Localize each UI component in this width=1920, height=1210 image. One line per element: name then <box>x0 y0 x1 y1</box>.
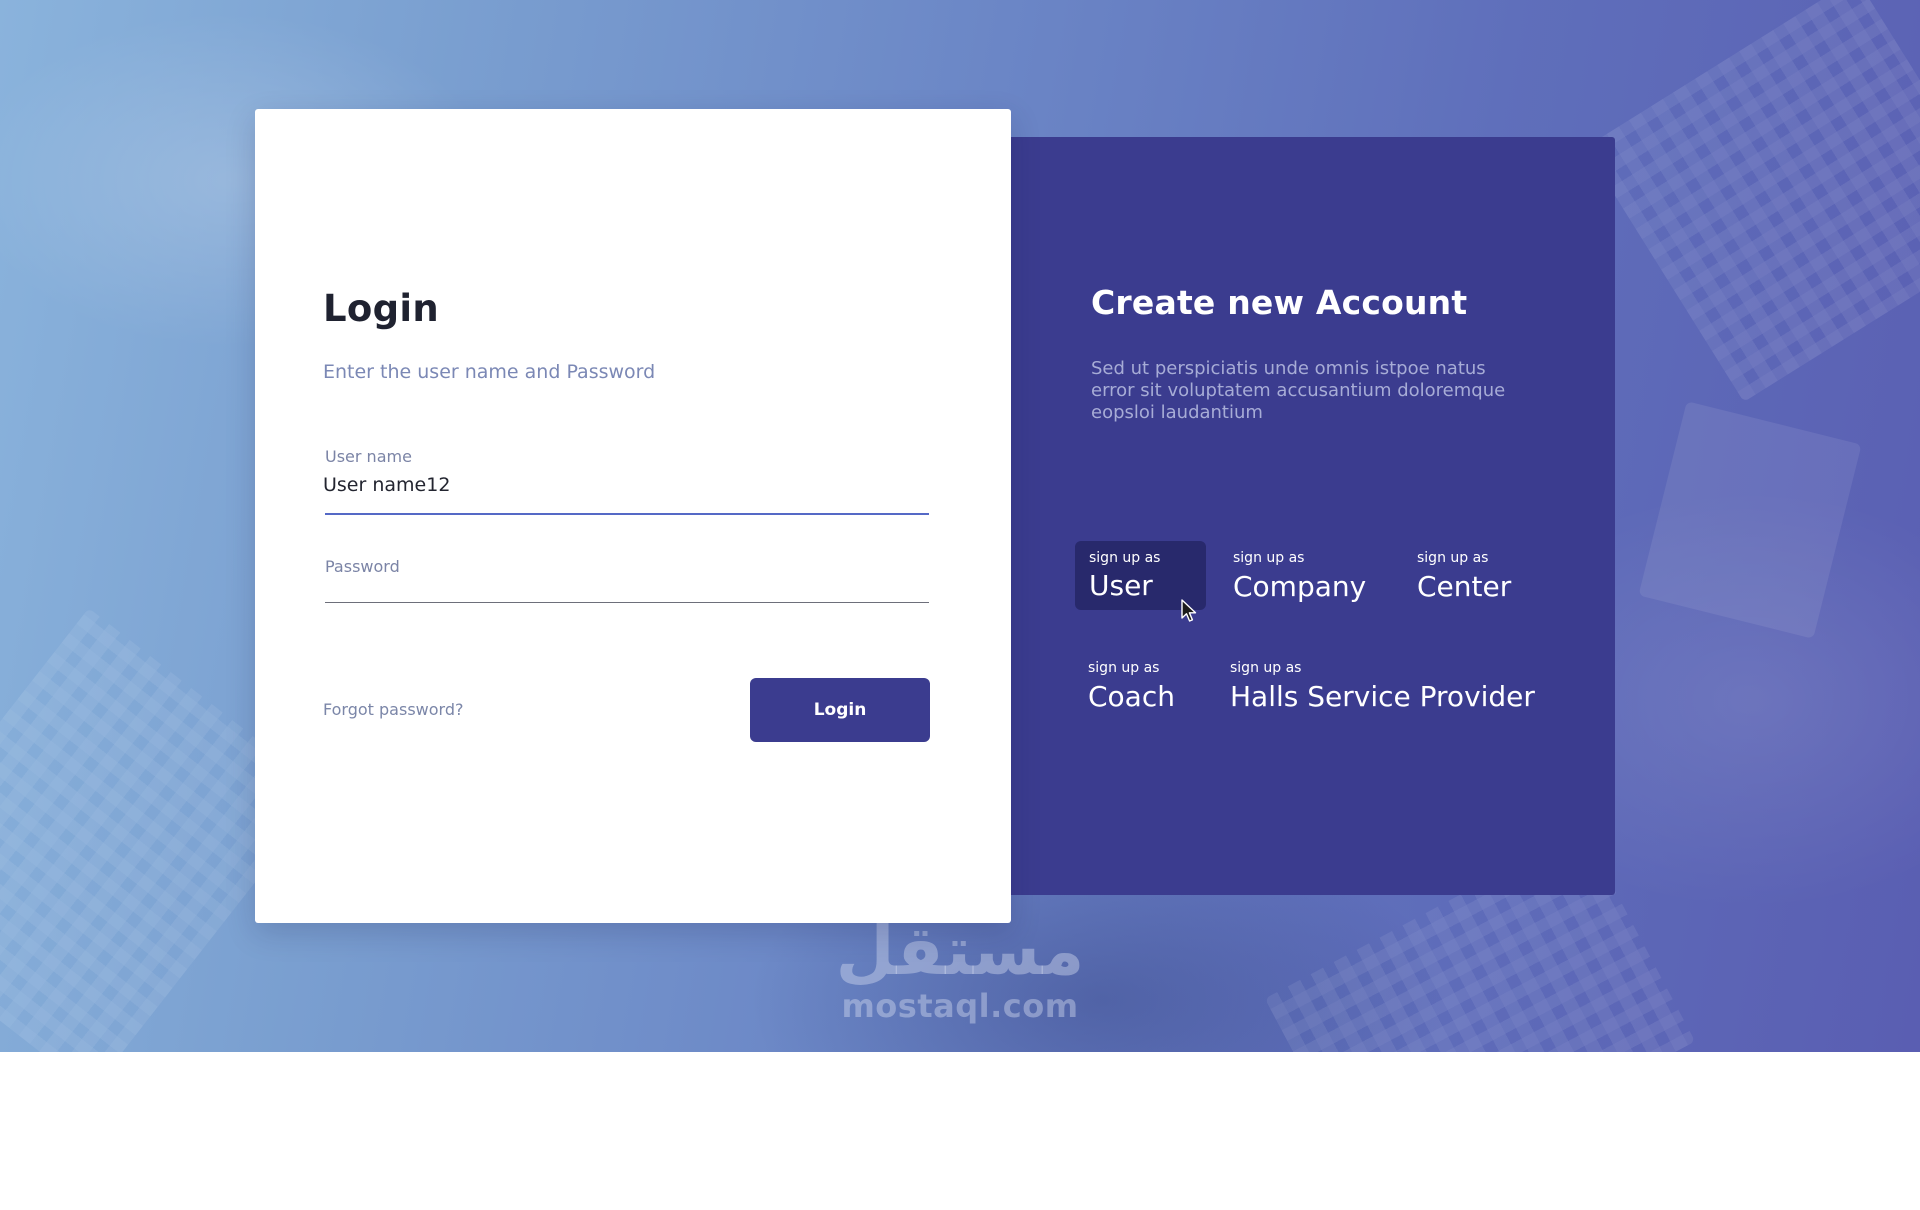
role-name: Center <box>1417 570 1512 603</box>
watermark-arabic-text: مستقل <box>835 912 1085 991</box>
forgot-password-link[interactable]: Forgot password? <box>323 700 463 719</box>
signup-title: Create new Account <box>1091 283 1468 322</box>
role-name: User <box>1089 569 1153 602</box>
role-prefix: sign up as <box>1089 550 1161 566</box>
role-name: Company <box>1233 570 1367 603</box>
signup-as-center-button[interactable]: sign up as Center <box>1417 550 1537 603</box>
background-laptop-keyboard <box>1584 0 1920 402</box>
password-field[interactable]: Password <box>325 557 929 603</box>
role-prefix: sign up as <box>1230 660 1302 676</box>
role-prefix: sign up as <box>1417 550 1489 566</box>
login-subtitle: Enter the user name and Password <box>323 361 656 383</box>
role-name: Halls Service Provider <box>1230 680 1535 713</box>
signup-as-coach-button[interactable]: sign up as Coach <box>1088 660 1198 713</box>
username-input[interactable]: User name12 <box>323 474 450 496</box>
login-button[interactable]: Login <box>750 678 930 742</box>
password-label: Password <box>325 557 400 576</box>
signup-description: Sed ut perspiciatis unde omnis istpoe na… <box>1091 358 1506 423</box>
signup-panel: Create new Account Sed ut perspiciatis u… <box>1008 137 1615 895</box>
username-field[interactable]: User name User name12 <box>323 447 929 515</box>
login-card: Login Enter the user name and Password U… <box>255 109 1011 923</box>
username-label: User name <box>325 447 412 466</box>
role-prefix: sign up as <box>1233 550 1305 566</box>
mostaql-watermark-logo: مستقل mostaql.com <box>830 915 1090 1035</box>
login-title: Login <box>323 287 440 330</box>
background-paper <box>1638 401 1862 639</box>
signup-as-halls-service-provider-button[interactable]: sign up as Halls Service Provider <box>1230 660 1550 713</box>
role-name: Coach <box>1088 680 1175 713</box>
watermark-latin-text: mostaql.com <box>841 987 1079 1025</box>
role-prefix: sign up as <box>1088 660 1160 676</box>
signup-as-company-button[interactable]: sign up as Company <box>1233 550 1383 603</box>
mouse-pointer-icon <box>1181 599 1197 622</box>
